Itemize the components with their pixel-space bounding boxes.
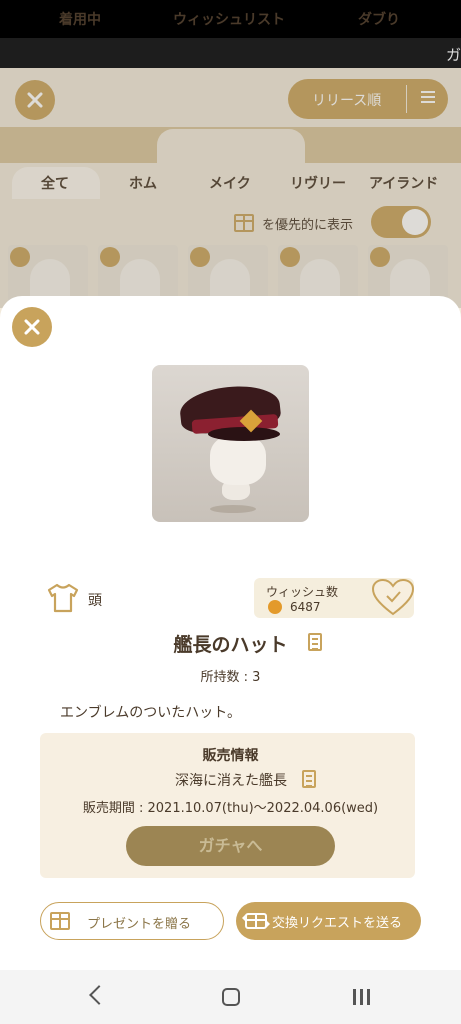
wishlist-heart-button[interactable] — [371, 578, 415, 618]
system-navigation-bar — [0, 970, 461, 1024]
send-present-button[interactable]: プレゼントを贈る — [40, 902, 224, 940]
item-image — [152, 365, 309, 522]
document-icon[interactable] — [302, 770, 316, 788]
recent-apps-icon[interactable] — [353, 989, 371, 1005]
app-header: ガ — [0, 38, 461, 68]
mannequin-head — [210, 435, 266, 485]
close-button[interactable] — [12, 307, 52, 347]
back-icon[interactable] — [89, 985, 109, 1005]
exchange-icon — [242, 913, 270, 929]
item-category: 頭 — [88, 593, 102, 609]
item-description: エンブレムのついたハット。 — [60, 705, 242, 721]
home-icon[interactable] — [222, 988, 240, 1006]
sale-period: 販売期間 : 2021.10.07(thu)〜2022.04.06(wed) — [82, 801, 379, 816]
hat-brim — [208, 427, 280, 441]
exchange-label: 交換リクエストを送る — [272, 916, 403, 931]
tab-wishlist: ウィッシュリスト — [173, 12, 285, 28]
item-title: 艦長のハット — [0, 630, 461, 657]
wish-count: 6487 — [290, 600, 321, 614]
header-text: ガ — [445, 46, 461, 64]
shirt-icon — [47, 583, 79, 613]
image-shadow — [210, 505, 256, 513]
heart-icon — [268, 600, 282, 614]
wish-title: ウィッシュ数 — [266, 585, 339, 599]
go-to-gacha-button[interactable]: ガチャへ — [126, 826, 335, 866]
owned-count: 所持数 : 3 — [200, 670, 261, 685]
exchange-request-button[interactable]: 交換リクエストを送る — [236, 902, 421, 940]
tab-duplicates: ダブり — [358, 12, 400, 28]
item-name: 艦長のハット — [173, 634, 288, 656]
tab-wearing: 着用中 — [59, 12, 101, 28]
gift-icon — [50, 912, 70, 930]
background-dim-overlay[interactable] — [0, 68, 461, 308]
document-icon[interactable] — [308, 633, 322, 651]
present-label: プレゼントを贈る — [87, 917, 192, 932]
gacha-name: 深海に消えた艦長 — [175, 773, 287, 789]
sale-info-title: 販売情報 — [202, 748, 259, 764]
